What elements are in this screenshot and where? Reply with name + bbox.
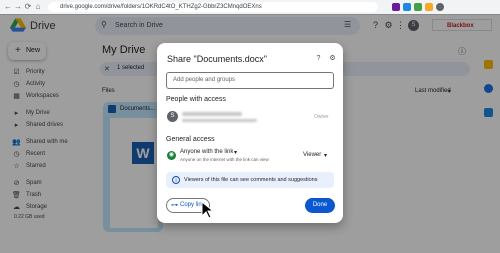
- info-icon: i: [172, 176, 180, 184]
- extension-icon[interactable]: [425, 3, 433, 11]
- access-dropdown[interactable]: Anyone with the link: [180, 149, 233, 155]
- person-name-redacted: [182, 112, 242, 116]
- share-dialog: [157, 43, 343, 223]
- done-button[interactable]: Done: [305, 198, 335, 213]
- owner-label: Owner: [314, 114, 329, 120]
- people-heading: People with access: [166, 96, 226, 103]
- avatar: S: [167, 111, 178, 122]
- profile-icon[interactable]: [436, 3, 444, 11]
- role-dropdown[interactable]: Viewer: [303, 152, 321, 158]
- person-email-redacted: [182, 119, 257, 122]
- info-text: Viewers of this file can see comments an…: [184, 177, 318, 183]
- chevron-down-icon[interactable]: ▾: [324, 152, 327, 159]
- link-icon: ⊶: [171, 202, 178, 209]
- general-access-heading: General access: [166, 136, 215, 143]
- globe-icon: ◉: [167, 151, 176, 160]
- reload-icon[interactable]: ⟳: [23, 2, 33, 12]
- extension-icon[interactable]: [414, 3, 422, 11]
- address-bar[interactable]: drive.google.com/drive/folders/1OKRdC4tO…: [48, 2, 378, 12]
- chevron-down-icon[interactable]: ▾: [234, 149, 237, 156]
- extension-icon[interactable]: [392, 3, 400, 11]
- back-icon[interactable]: ←: [3, 2, 13, 12]
- extension-icon[interactable]: [403, 3, 411, 11]
- settings-icon[interactable]: ⚙: [328, 54, 337, 63]
- home-icon[interactable]: ⌂: [33, 2, 43, 12]
- dialog-title: Share "Documents.docx": [167, 54, 267, 64]
- help-icon[interactable]: ?: [314, 54, 323, 63]
- forward-icon[interactable]: →: [13, 2, 23, 12]
- add-people-input[interactable]: Add people and groups: [166, 72, 334, 89]
- access-description: Anyone on the internet with the link can…: [180, 157, 269, 162]
- mouse-cursor-icon: [201, 200, 215, 219]
